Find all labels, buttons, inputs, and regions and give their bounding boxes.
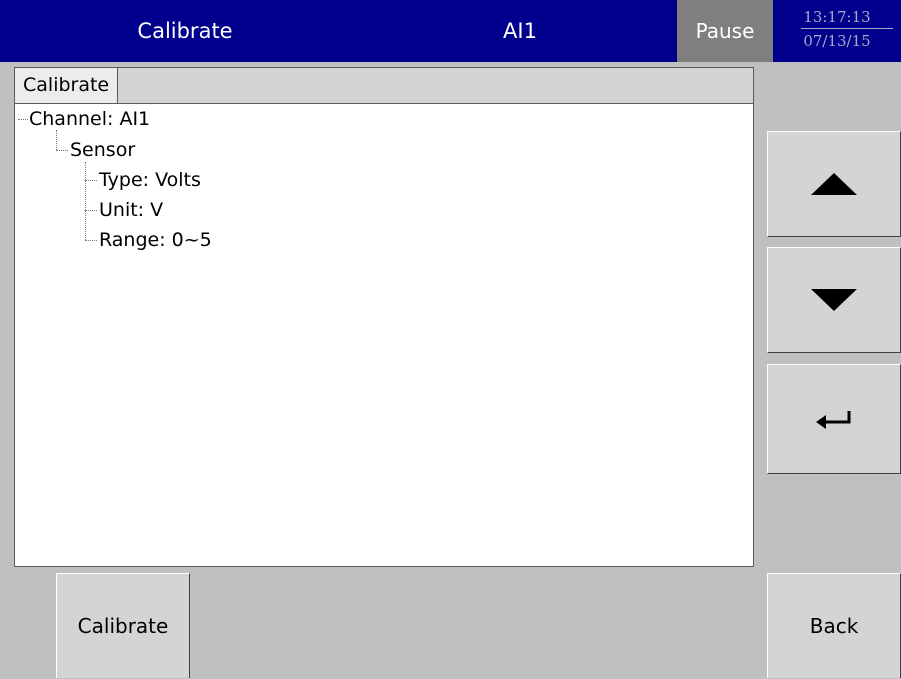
tree-connector xyxy=(85,162,86,240)
enter-button[interactable] xyxy=(767,364,901,474)
calibrate-button[interactable]: Calibrate xyxy=(56,573,190,678)
pause-status[interactable]: Pause xyxy=(677,0,773,62)
channel-tree: Channel: AI1 Sensor Type: Volts Unit: V … xyxy=(15,104,753,566)
title-bar: Calibrate AI1 xyxy=(0,0,677,62)
triangle-up-icon xyxy=(811,173,857,195)
tree-connector xyxy=(56,150,68,151)
header-bar: Calibrate AI1 Pause 13:17:13 07/13/15 xyxy=(0,0,901,62)
tree-item-type[interactable]: Type: Volts xyxy=(99,165,201,195)
tree-item-unit[interactable]: Unit: V xyxy=(99,195,163,225)
enter-arrow-icon xyxy=(816,411,851,429)
tree-item-sensor[interactable]: Sensor xyxy=(70,135,135,165)
clock-time: 13:17:13 xyxy=(803,8,871,26)
triangle-down-icon xyxy=(811,289,857,311)
tree-connector xyxy=(85,180,97,181)
clock: 13:17:13 07/13/15 xyxy=(773,0,901,62)
calibrate-panel: Calibrate Channel: AI1 Sensor Type: Volt… xyxy=(14,67,754,567)
tree-item-channel[interactable]: Channel: AI1 xyxy=(29,104,150,134)
scroll-up-button[interactable] xyxy=(767,131,901,237)
tree-connector xyxy=(85,240,97,241)
tab-calibrate[interactable]: Calibrate xyxy=(15,68,119,103)
channel-name: AI1 xyxy=(503,19,537,43)
tree-connector xyxy=(85,210,97,211)
tree-item-range[interactable]: Range: 0~5 xyxy=(99,225,212,255)
back-button[interactable]: Back xyxy=(767,573,901,678)
tab-strip: Calibrate xyxy=(15,68,753,104)
clock-divider xyxy=(801,28,893,29)
clock-date: 07/13/15 xyxy=(803,32,871,50)
tree-connector xyxy=(18,119,28,120)
scroll-down-button[interactable] xyxy=(767,247,901,353)
page-title: Calibrate xyxy=(137,19,233,43)
